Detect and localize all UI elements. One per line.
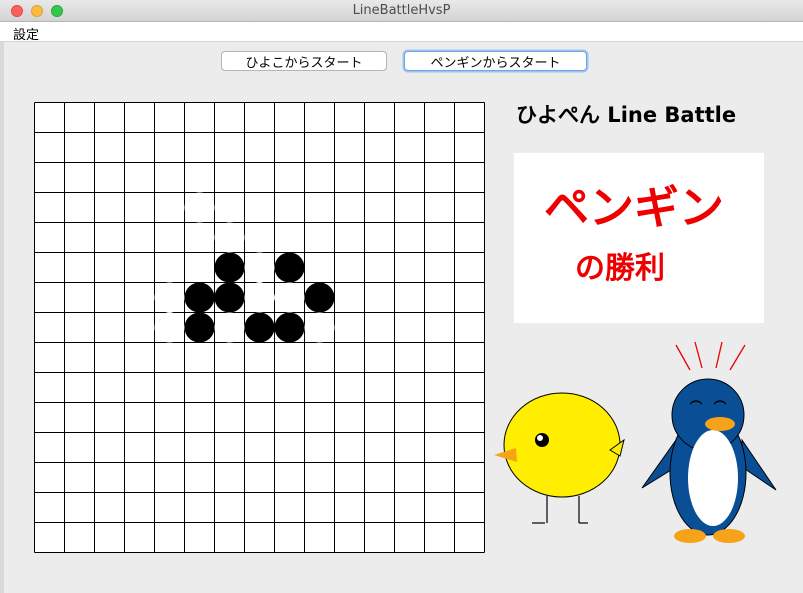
victory-text: の勝利 <box>575 251 665 286</box>
start-penguin-button[interactable]: ペンギンからスタート <box>404 51 587 71</box>
window-title: LineBattleHvsP <box>352 3 451 18</box>
app-title: ひよぺん Line Battle <box>516 103 737 127</box>
game-board[interactable] <box>34 102 486 554</box>
chick-character <box>494 392 625 524</box>
result-panel: ペンギン の勝利 <box>514 153 764 323</box>
black-stone <box>184 312 215 343</box>
black-stone <box>184 282 215 313</box>
penguin-character <box>641 341 777 543</box>
white-stone <box>274 282 305 313</box>
window-edge <box>0 42 4 593</box>
menu-settings[interactable]: 設定 <box>13 24 39 43</box>
black-stone <box>274 312 305 343</box>
black-stone <box>244 312 275 343</box>
black-stone <box>304 282 335 313</box>
menubar: 設定 <box>0 22 803 43</box>
white-stone <box>154 282 185 313</box>
window-titlebar: LineBattleHvsP <box>0 0 803 22</box>
white-stone <box>214 312 245 343</box>
white-stone <box>214 222 245 253</box>
black-stone <box>214 252 245 283</box>
black-stone <box>274 252 305 283</box>
white-stone <box>244 282 275 313</box>
white-stone <box>304 312 335 343</box>
white-stone <box>244 252 275 283</box>
winner-text: ペンギン <box>544 181 725 234</box>
white-stone <box>154 312 185 343</box>
black-stone <box>214 282 245 313</box>
start-hiyoko-button[interactable]: ひよこからスタート <box>221 51 387 71</box>
white-stone <box>184 192 215 223</box>
